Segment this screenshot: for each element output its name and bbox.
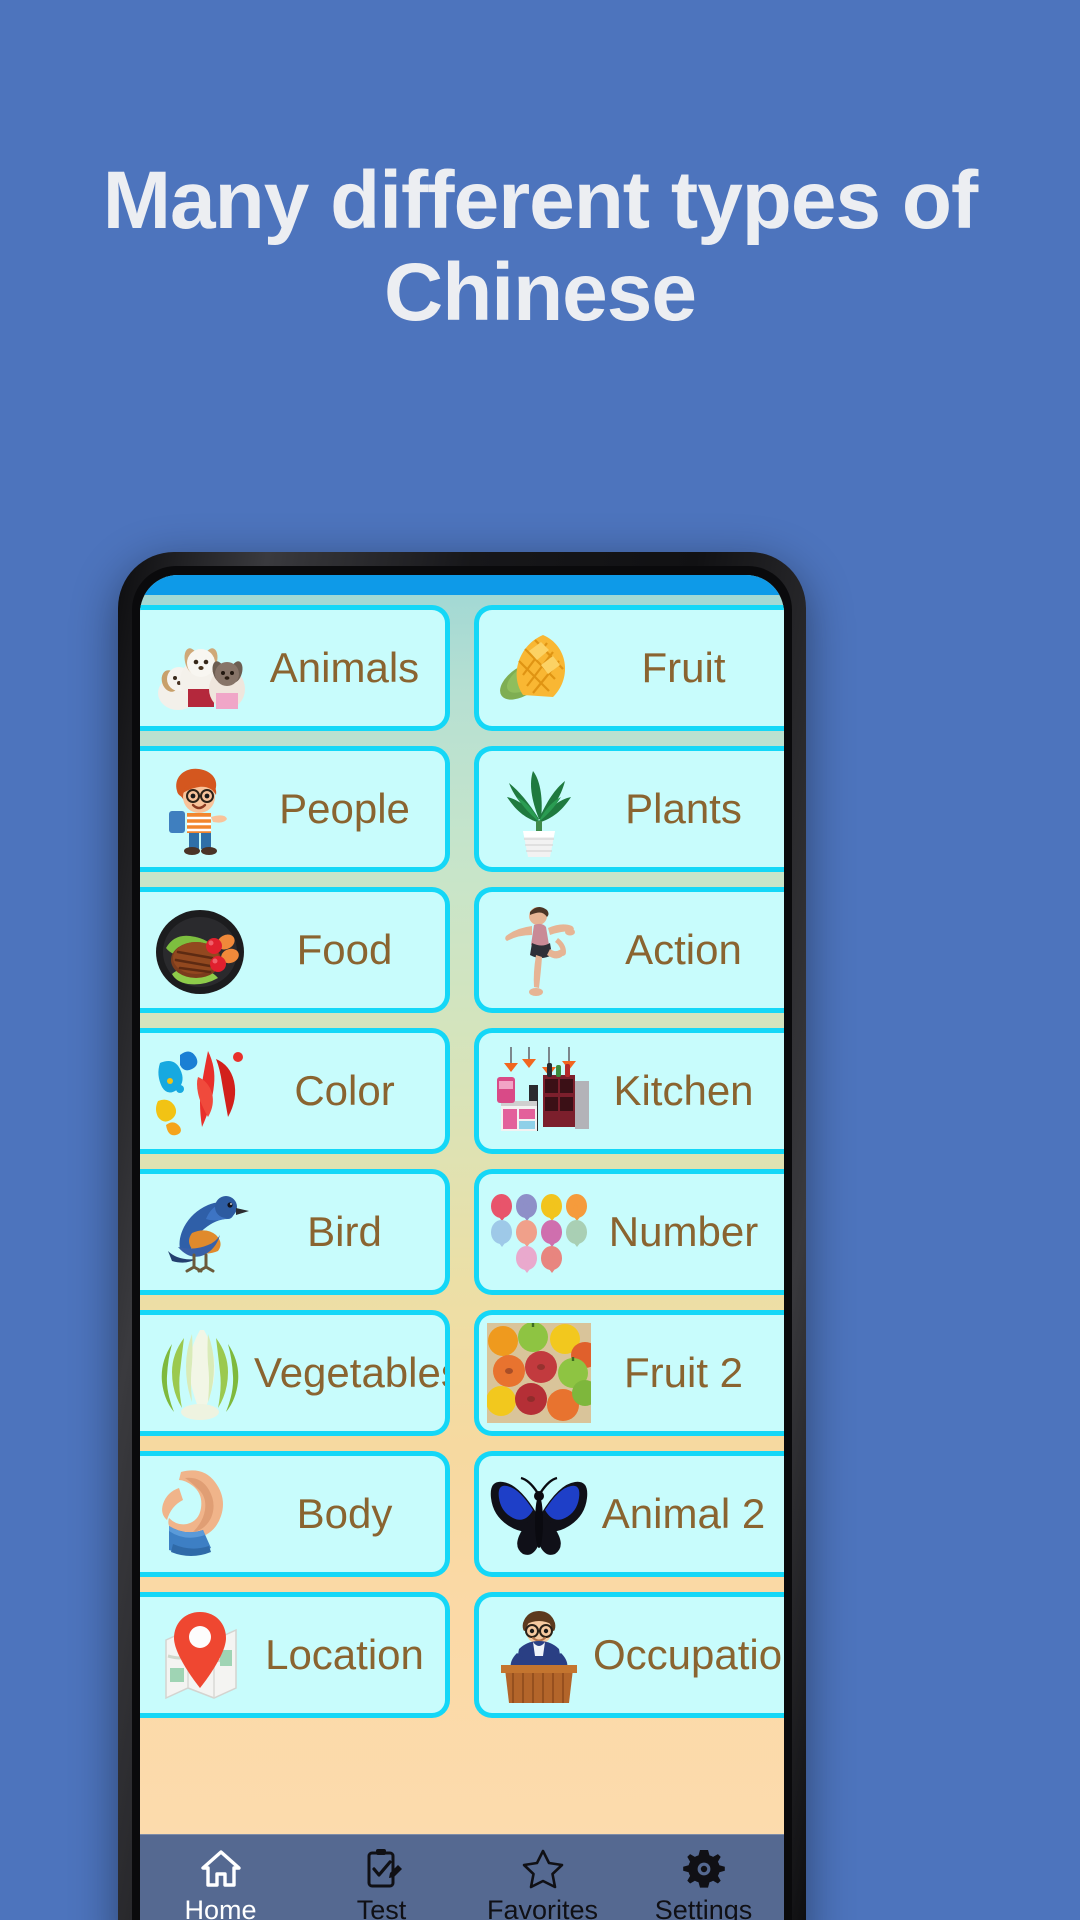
page-title: Many different types of Chinese <box>102 155 979 338</box>
category-label: Location <box>265 1631 424 1678</box>
paint-splash-icon <box>146 1039 254 1143</box>
category-card-body[interactable]: Body <box>140 1451 450 1577</box>
mixed-fruit-icon <box>485 1321 593 1425</box>
category-label: Body <box>296 1490 393 1537</box>
home-icon <box>199 1847 243 1891</box>
nav-label: Home <box>184 1895 257 1920</box>
teacher-icon <box>485 1603 593 1707</box>
kitchen-icon <box>485 1039 593 1143</box>
nav-label: Test <box>356 1895 407 1920</box>
category-label: Food <box>296 926 393 973</box>
category-label: Vegetables <box>254 1349 450 1396</box>
category-label: Plants <box>625 785 742 832</box>
category-card-action[interactable]: Action <box>474 887 784 1013</box>
category-card-fruit-2[interactable]: Fruit 2 <box>474 1310 784 1436</box>
bird-icon <box>146 1180 254 1284</box>
nav-item-settings[interactable]: Settings <box>623 1847 784 1920</box>
category-label: Action <box>625 926 742 973</box>
nav-item-favorites[interactable]: Favorites <box>462 1847 623 1920</box>
category-card-vegetables[interactable]: Vegetables <box>140 1310 450 1436</box>
category-label: Kitchen <box>613 1067 754 1114</box>
nav-label: Settings <box>654 1895 753 1920</box>
category-label: Fruit <box>641 644 726 691</box>
butterfly-icon <box>485 1462 593 1566</box>
category-card-color[interactable]: Color <box>140 1028 450 1154</box>
category-card-people[interactable]: People <box>140 746 450 872</box>
category-label: Animal 2 <box>601 1490 766 1537</box>
yoga-pose-icon <box>485 898 593 1002</box>
flexed-arm-icon <box>146 1462 254 1566</box>
category-card-kitchen[interactable]: Kitchen <box>474 1028 784 1154</box>
potted-plant-icon <box>485 757 593 861</box>
category-label: Occupation <box>593 1631 784 1678</box>
category-card-location[interactable]: Location <box>140 1592 450 1718</box>
phone-mockup: Animals Fruit People Plants Food Action … <box>118 552 806 1920</box>
category-card-number[interactable]: 1 2 3 4 5 6 7 8 9 0 Number <box>474 1169 784 1295</box>
category-card-fruit[interactable]: Fruit <box>474 605 784 731</box>
phone-bezel: Animals Fruit People Plants Food Action … <box>132 566 792 1920</box>
dogs-icon <box>146 616 254 720</box>
star-icon <box>521 1847 565 1891</box>
category-label: People <box>279 785 410 832</box>
phone-screen: Animals Fruit People Plants Food Action … <box>140 575 784 1920</box>
nav-label: Favorites <box>486 1895 599 1920</box>
category-label: Number <box>608 1208 759 1255</box>
test-icon <box>360 1847 404 1891</box>
bottom-navigation: Home Test Favorites Settings <box>140 1834 784 1920</box>
category-card-animals[interactable]: Animals <box>140 605 450 731</box>
category-label: Fruit 2 <box>623 1349 744 1396</box>
category-grid: Animals Fruit People Plants Food Action … <box>140 595 784 1920</box>
status-bar <box>140 575 784 595</box>
category-card-animal-2[interactable]: Animal 2 <box>474 1451 784 1577</box>
child-icon <box>146 757 254 861</box>
mango-icon <box>485 616 593 720</box>
nav-item-test[interactable]: Test <box>301 1847 462 1920</box>
steak-plate-icon <box>146 898 254 1002</box>
gear-icon <box>682 1847 726 1891</box>
cabbage-icon <box>146 1321 254 1425</box>
category-label: Animals <box>269 644 420 691</box>
category-label: Bird <box>307 1208 382 1255</box>
number-balloons-icon: 1234567890 <box>485 1180 593 1284</box>
category-label: Color <box>294 1067 395 1114</box>
category-card-occupation[interactable]: Occupation <box>474 1592 784 1718</box>
category-card-bird[interactable]: Bird <box>140 1169 450 1295</box>
category-card-plants[interactable]: Plants <box>474 746 784 872</box>
category-card-food[interactable]: Food <box>140 887 450 1013</box>
map-pin-icon <box>146 1603 254 1707</box>
nav-item-home[interactable]: Home <box>140 1847 301 1920</box>
